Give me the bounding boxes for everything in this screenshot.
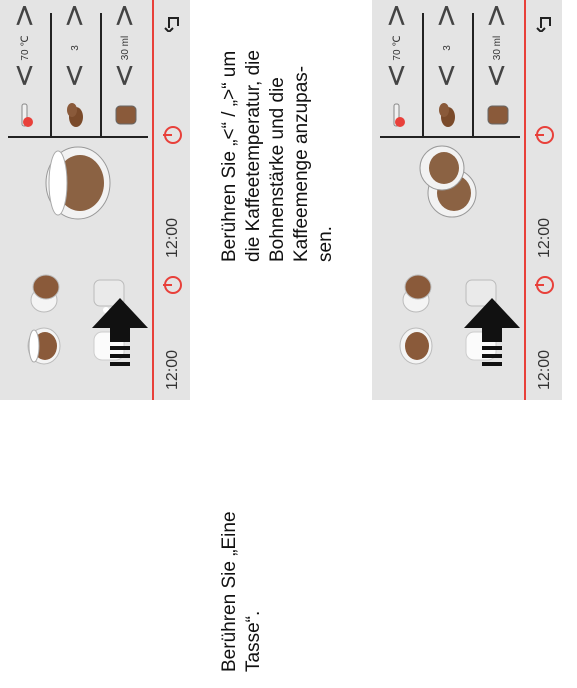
coffee-bean-icon (58, 98, 97, 132)
chevron-up-icon[interactable]: > (479, 3, 514, 28)
chevron-up-icon[interactable]: > (107, 3, 142, 28)
thermometer-icon (380, 98, 419, 132)
strength-value: 3 (442, 45, 453, 51)
clock: 12:00 (164, 349, 181, 390)
cup-icon (480, 98, 519, 132)
settings-screen-top: < < < 70 ℃ 3 30 ml > > > 12:00 (0, 0, 190, 268)
clock: 12:00 (536, 217, 553, 258)
caption-step1: Berühren Sie „Eine Tasse“. (219, 511, 264, 672)
temperature-value: 70 ℃ (392, 35, 403, 61)
drink-two-cups[interactable] (386, 268, 438, 320)
power-icon[interactable] (161, 274, 183, 296)
cup-icon (402, 138, 497, 228)
power-icon[interactable] (533, 124, 555, 146)
drink-one-cup[interactable] (14, 320, 66, 372)
settings-screen-bottom: < < < 70 ℃ 3 30 ml > > > 12:00 (372, 0, 562, 268)
chevron-up-icon[interactable]: > (379, 3, 414, 28)
clock: 12:00 (536, 349, 553, 390)
cup-icon (30, 138, 125, 228)
caption-step2: Berühren Sie „<“ / „>“ um die Kaffeetemp… (219, 50, 336, 262)
arrow-up-icon (90, 298, 150, 383)
cup-icon (108, 98, 147, 132)
strength-value: 3 (70, 45, 81, 51)
amount-value: 30 ml (120, 35, 131, 61)
arrow-up-icon (462, 298, 522, 383)
power-icon[interactable] (533, 274, 555, 296)
drink-one-cup[interactable] (386, 320, 438, 372)
clock: 12:00 (164, 217, 181, 258)
thermometer-icon (8, 98, 47, 132)
chevron-up-icon[interactable]: > (429, 3, 464, 28)
back-icon[interactable] (535, 12, 553, 34)
chevron-up-icon[interactable]: > (57, 3, 92, 28)
temperature-value: 70 ℃ (20, 35, 31, 61)
chevron-up-icon[interactable]: > (7, 3, 42, 28)
drink-two-cups[interactable] (14, 268, 66, 320)
amount-value: 30 ml (492, 35, 503, 61)
back-icon[interactable] (163, 12, 181, 34)
power-icon[interactable] (161, 124, 183, 146)
coffee-bean-icon (430, 98, 469, 132)
